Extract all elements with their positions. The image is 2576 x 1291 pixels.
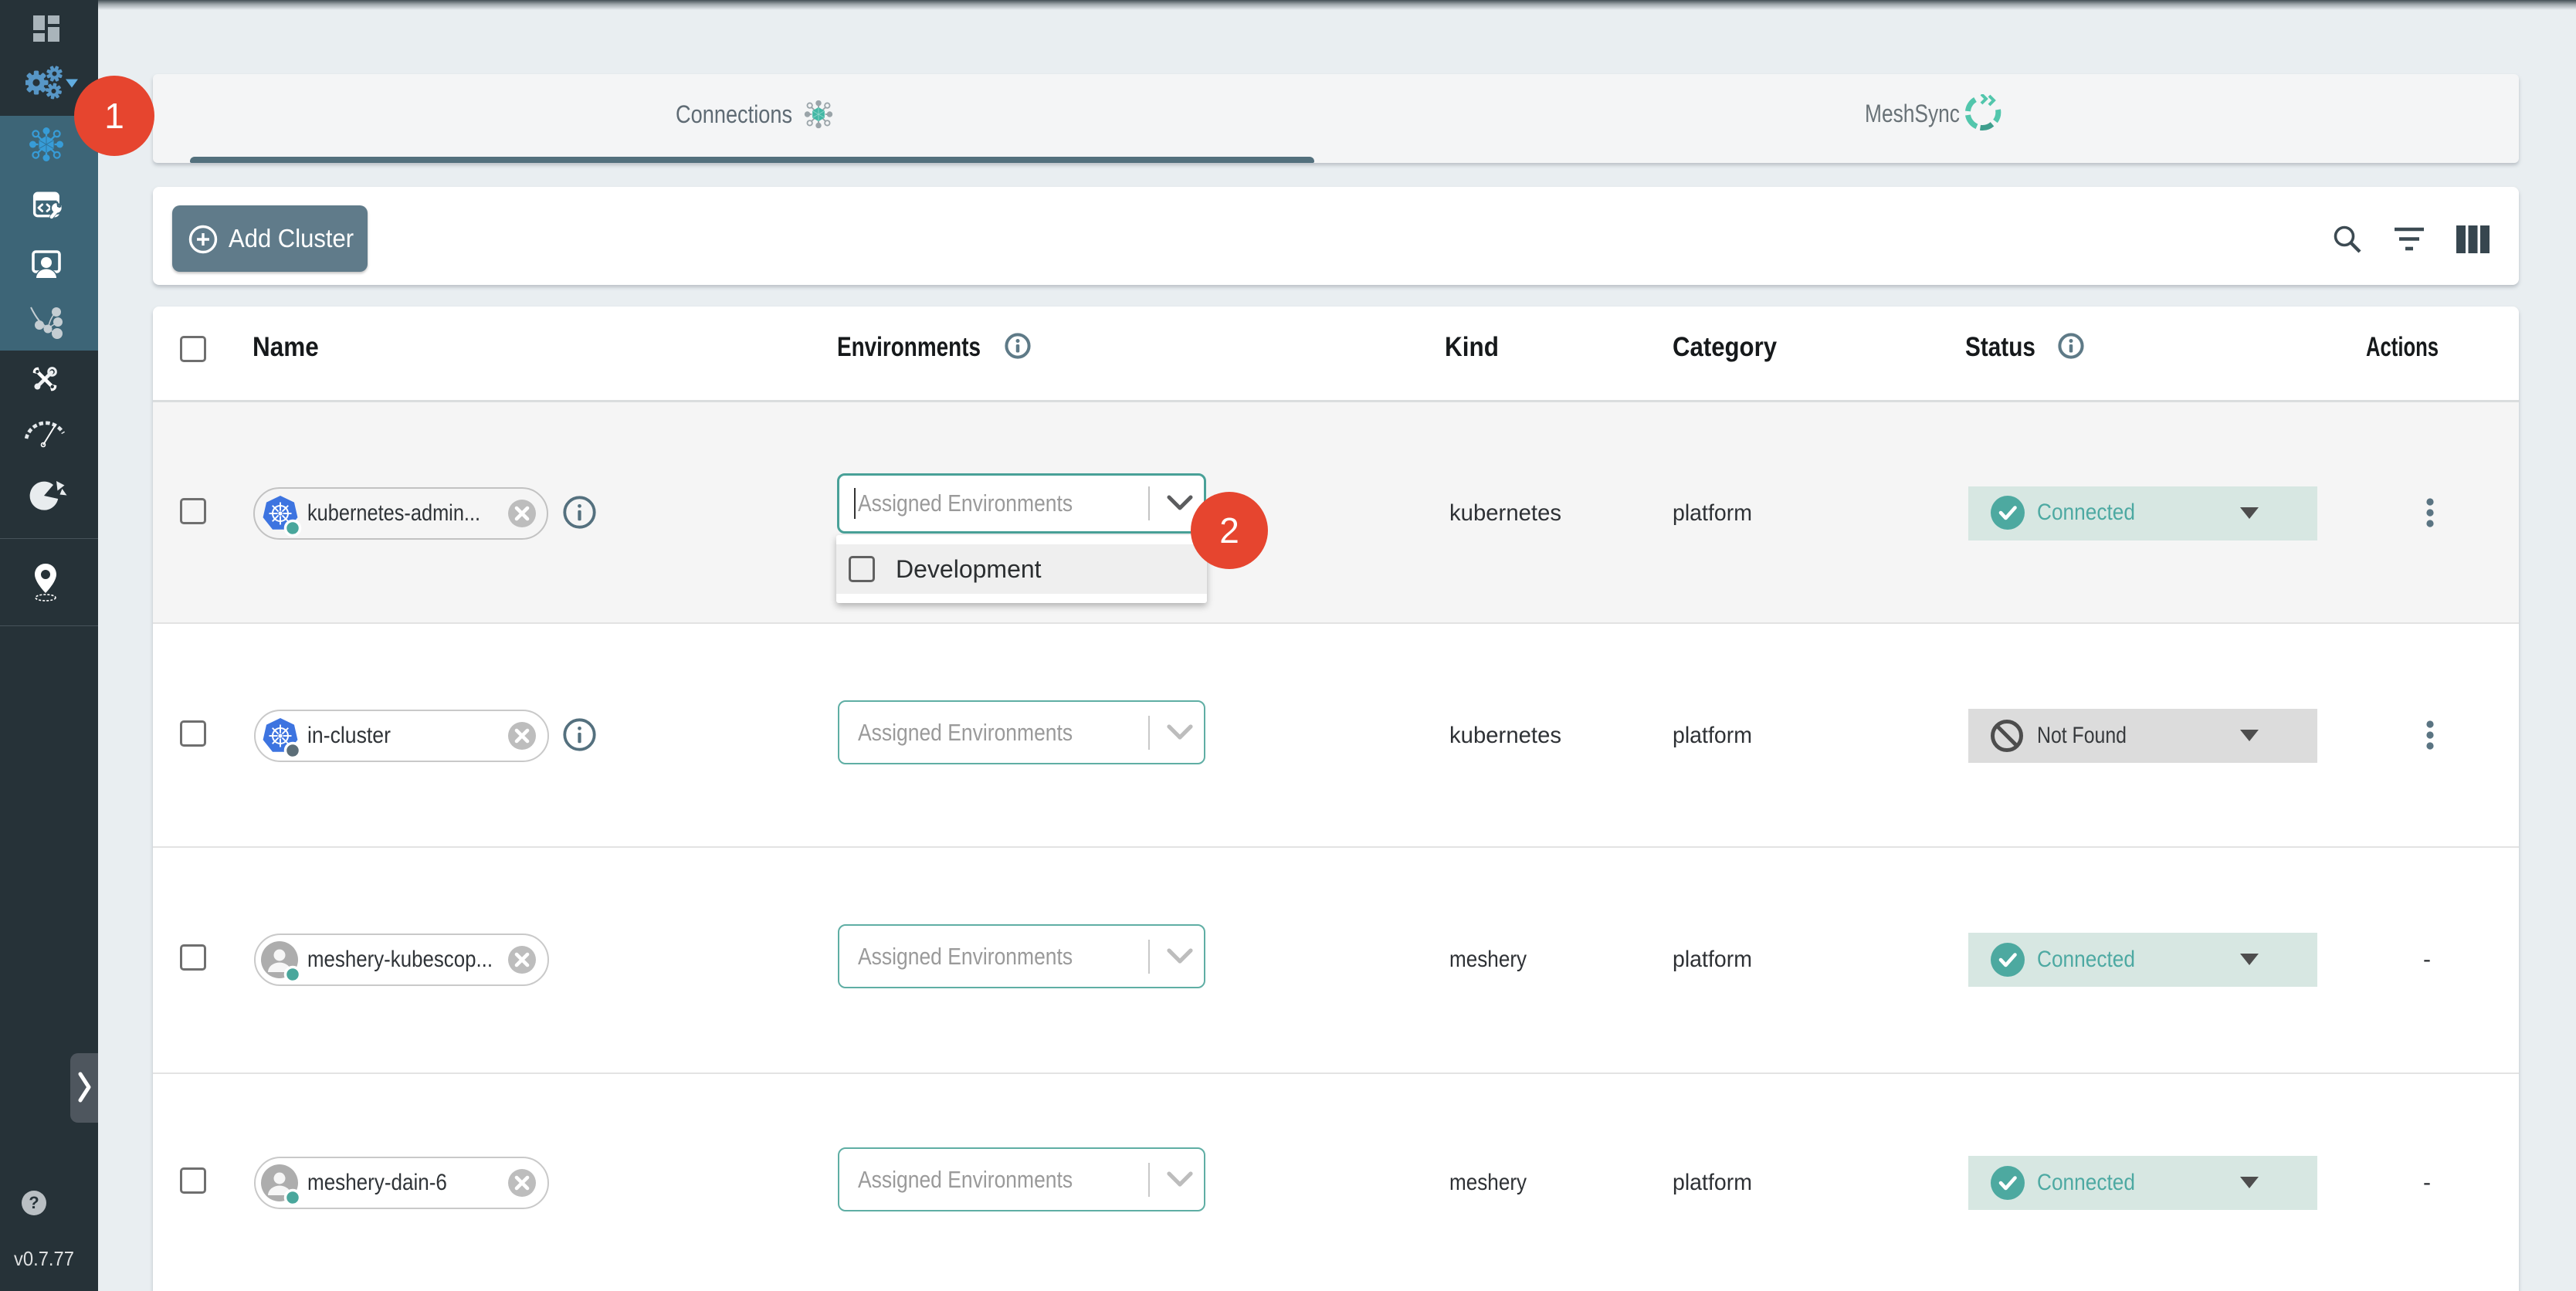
svg-text:?: ? [29,1193,39,1212]
